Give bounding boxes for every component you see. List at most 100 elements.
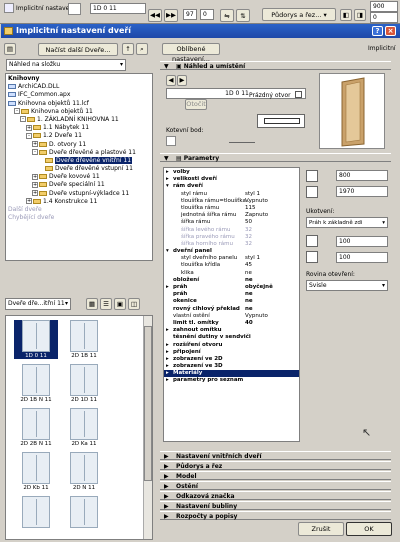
expand-toggle-icon[interactable]: + <box>32 173 38 180</box>
preview-view-icon[interactable]: ◫ <box>128 298 140 310</box>
mirror-icon[interactable]: ⇋ <box>220 9 234 22</box>
parameter-value[interactable]: styl 1 <box>245 255 260 262</box>
tree-item[interactable]: Chybějící dveře <box>8 214 150 222</box>
settings-door-icon[interactable] <box>68 3 81 15</box>
parameter-row[interactable]: ▸ Materiály <box>164 370 299 378</box>
tree-item[interactable]: - 1.2 Dveře 11 <box>8 132 150 140</box>
tree-item[interactable]: Knihovna objektů 11.lcf <box>8 100 150 108</box>
detail-view-icon[interactable]: ▣ <box>114 298 126 310</box>
expand-toggle-icon[interactable]: + <box>32 181 38 188</box>
parameter-value[interactable]: ne <box>245 306 253 313</box>
layer-select[interactable]: Půdorys a řez... ▾ <box>262 8 336 21</box>
parameter-row[interactable]: vlastní ostění Vypnuto <box>164 313 299 320</box>
expand-toggle-icon[interactable]: + <box>32 141 38 147</box>
section-expand-icon[interactable]: ▶ <box>164 492 169 501</box>
parameter-expand-icon[interactable]: ▸ <box>166 176 169 183</box>
door-thumbnail[interactable]: 2D N 11 <box>62 452 106 491</box>
parameter-expand-icon[interactable]: ▸ <box>166 284 169 291</box>
anchoring-select[interactable]: Práh k základně zdi ▾ <box>306 217 388 228</box>
parameter-expand-icon[interactable]: ▸ <box>166 342 169 349</box>
height-field[interactable]: 1970 <box>336 186 388 197</box>
toolbar-r2[interactable]: 0 <box>370 12 398 23</box>
folder-select[interactable]: Dveře dře...itřní 11 ▾ <box>5 298 71 310</box>
view-icon[interactable]: ◨ <box>354 9 366 21</box>
door-thumbnail[interactable]: 2D Kb 11 <box>14 452 58 491</box>
library-tree[interactable]: Knihovny ArchiCAD.DLL IFC_Common.apx Knihov… <box>5 73 153 261</box>
thumbnail-scrollbar[interactable] <box>143 316 152 539</box>
parameter-expand-icon[interactable]: ▸ <box>166 363 169 370</box>
parameter-value[interactable]: obyčejně <box>245 284 273 291</box>
parameter-value[interactable]: 45 <box>245 262 252 269</box>
parameter-value[interactable]: ne <box>245 270 252 277</box>
section-expand-icon[interactable]: ▶ <box>164 502 169 511</box>
door-plan-symbol-icon[interactable] <box>257 114 305 128</box>
parameter-value[interactable]: 32 <box>245 227 252 234</box>
parameter-row[interactable]: rovný cihlový překlad ne <box>164 306 299 313</box>
parameter-row[interactable]: obložení ne <box>164 277 299 284</box>
prev-button[interactable]: ◀◀ <box>148 9 162 22</box>
section-preview[interactable]: ▼ ▣ Náhled a umístění <box>160 61 391 70</box>
door-thumbnail[interactable] <box>62 496 106 529</box>
parameter-row[interactable]: těsnění dutiny v sendviči <box>164 334 299 341</box>
toolbar-id-field[interactable]: 1D 0 11 <box>90 3 146 14</box>
collapsed-section[interactable]: ▶ Ostění <box>160 481 391 490</box>
favorites-button[interactable]: Oblíbené nastavení... <box>162 43 220 63</box>
next-button[interactable]: ▶▶ <box>164 9 178 22</box>
tree-item[interactable]: - 1. ZÁKLADNÍ KNIHOVNA 11 <box>8 116 150 124</box>
door-thumbnail[interactable]: 2D 1B 11 <box>62 320 106 359</box>
up-icon[interactable]: ↑ <box>122 43 134 55</box>
tree-item[interactable]: + Dveře vstupní-výkladce 11 <box>8 190 150 198</box>
collapsed-section[interactable]: ▶ Půdorys a řez <box>160 461 391 470</box>
parameter-value[interactable]: ne <box>245 291 253 298</box>
section-expand-icon[interactable]: ▶ <box>164 472 169 481</box>
door-tool-icon[interactable] <box>4 3 14 13</box>
section-expand-icon[interactable]: ▶ <box>164 512 169 521</box>
layer-icon[interactable]: ◧ <box>340 9 352 21</box>
parameter-row[interactable]: šířka horního rámu 32 <box>164 241 299 248</box>
prev-arrow[interactable]: ◀ <box>166 75 176 86</box>
parameter-value[interactable]: ne <box>245 277 253 284</box>
tree-item[interactable]: ArchiCAD.DLL <box>8 83 150 91</box>
tree-item[interactable]: +1.1 Nábytek 11 <box>8 124 150 132</box>
value-field-2[interactable]: 100 <box>336 252 388 263</box>
section-parameters[interactable]: ▼ ▤ Parametry <box>160 153 391 162</box>
tree-item[interactable]: + Dveře speciální 11 <box>8 181 150 189</box>
tree-item[interactable]: Knihovny <box>8 75 150 83</box>
find-icon[interactable]: ⌕ <box>136 43 148 55</box>
parameter-expand-icon[interactable]: ▾ <box>166 248 169 255</box>
collapsed-section[interactable]: ▶ Nastavení bubliny <box>160 501 391 510</box>
grid-view-icon[interactable]: ▦ <box>86 298 98 310</box>
anchor-point-icon[interactable] <box>166 136 176 146</box>
parameter-expand-icon[interactable]: ▸ <box>166 377 169 384</box>
opening-plane-select[interactable]: Svisle ▾ <box>306 280 388 291</box>
toolbar-n1[interactable]: 97 <box>183 9 197 20</box>
next-arrow[interactable]: ▶ <box>177 75 187 86</box>
expand-toggle-icon[interactable]: - <box>26 132 32 139</box>
tree-item[interactable]: + Dveře kovové 11 <box>8 173 150 181</box>
door-thumbnail[interactable]: 2D 1B N 11 <box>14 364 58 403</box>
parameter-row[interactable]: styl rámu styl 1 <box>164 191 299 198</box>
parameter-row[interactable]: tloušťka křídla 45 <box>164 262 299 269</box>
parameter-expand-icon[interactable]: ▸ <box>166 349 169 356</box>
expand-toggle-icon[interactable]: - <box>20 116 26 123</box>
list-view-icon[interactable]: ☰ <box>100 298 112 310</box>
parameter-value[interactable]: Zapnuto <box>245 212 268 219</box>
parameter-row[interactable]: ▸ zobrazení ve 2D <box>164 356 299 363</box>
parameter-value[interactable]: 32 <box>245 234 252 241</box>
tree-item[interactable]: Další dveře <box>8 206 150 214</box>
toolbar-n2[interactable]: 0 <box>200 9 214 20</box>
empty-opening-checkbox[interactable] <box>295 91 302 98</box>
width-field[interactable]: 800 <box>336 170 388 181</box>
door-thumbnail[interactable]: 2D 2B N 11 <box>14 408 58 447</box>
parameter-row[interactable]: tloušťka rámu=tloušťka... Vypnuto <box>164 198 299 205</box>
close-button[interactable]: × <box>385 26 396 36</box>
parameter-expand-icon[interactable]: ▾ <box>166 183 169 190</box>
tree-item[interactable]: - Knihovna objektů 11 <box>8 108 150 116</box>
toolbar-r1[interactable]: 900 <box>370 1 398 12</box>
parameter-row[interactable]: ▸ připojení <box>164 349 299 356</box>
parameter-row[interactable]: okenice ne <box>164 298 299 305</box>
parameter-value[interactable]: Vypnuto <box>245 198 268 205</box>
expand-toggle-icon[interactable]: + <box>26 198 32 205</box>
parameter-row[interactable]: práh ne <box>164 291 299 298</box>
parameter-row[interactable]: ▸ parametry pro seznam <box>164 377 299 384</box>
